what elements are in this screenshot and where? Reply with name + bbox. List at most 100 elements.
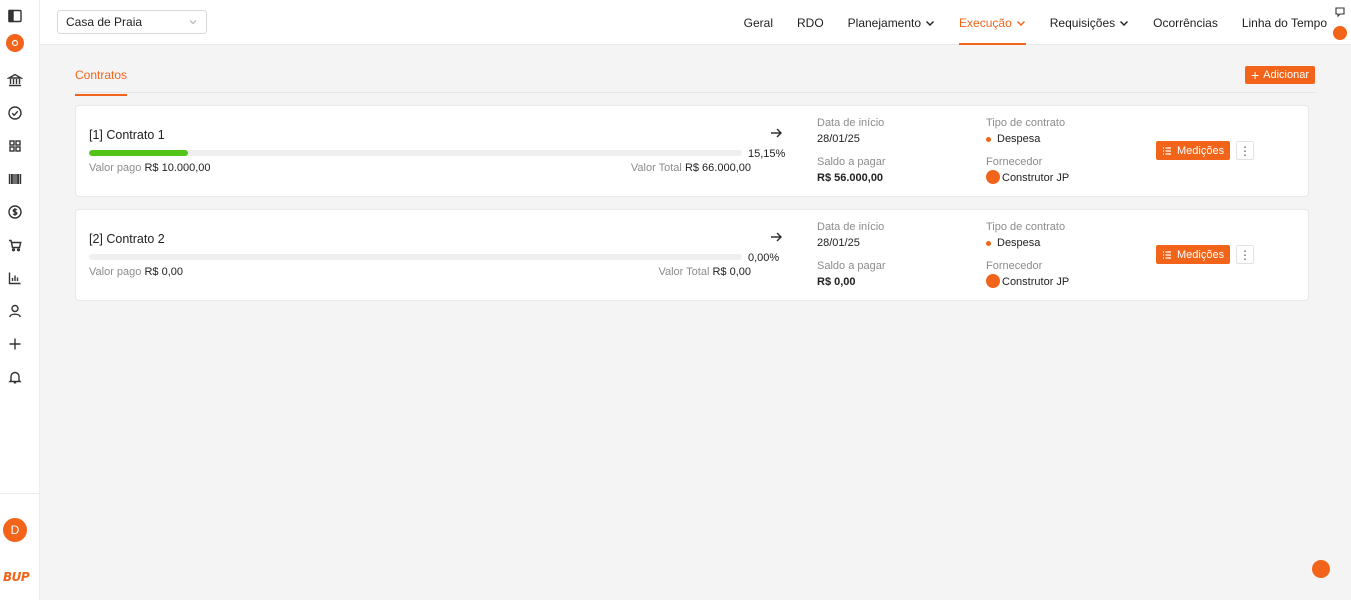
balance-label: Saldo a pagar [817,260,886,272]
measurements-label: Medições [1177,248,1225,261]
kebab-icon: ⋮ [1239,143,1251,158]
nav-item-label: Ocorrências [1153,15,1218,30]
contract-type-text: Despesa [997,237,1041,249]
status-dot-icon [986,240,991,246]
contract-type-label: Tipo de contrato [986,221,1066,233]
chevron-down-icon [1120,20,1129,26]
more-options-button[interactable]: ⋮ [1236,141,1254,160]
contract-type-value: Despesa [986,133,1040,145]
total-label: Valor Total [658,266,710,278]
balance-label: Saldo a pagar [817,156,886,168]
contract-type-value: Despesa [986,237,1040,249]
total-value: R$ 66.000,00 [684,162,751,174]
total-value: R$ 0,00 [712,266,751,278]
paid-value: R$ 10.000,00 [144,162,211,174]
top-bar: Casa de Praia Geral RDO Planejamento Execuç… [40,0,1351,45]
main-content: Contratos + Adicionar [1] Contrato 1 15,… [75,45,1315,301]
contract-card[interactable]: [2] Contrato 2 0,00% Valor pago R$ 0,00 … [75,209,1309,301]
balance-value: R$ 0,00 [817,276,856,288]
supplier-name[interactable]: Construtor JP [1002,276,1069,288]
nav-item-label: Requisições [1049,15,1116,30]
nav-item-label: Execução [959,15,1012,30]
contract-title[interactable]: [1] Contrato 1 [89,128,165,142]
supplier-label: Fornecedor [986,260,1043,272]
chevron-down-icon [1016,20,1025,26]
sidebar: D BUP [0,0,40,600]
supplier-name[interactable]: Construtor JP [1002,172,1069,184]
chevron-down-icon [189,20,197,25]
measurements-button[interactable]: Medições [1156,245,1231,264]
paid-label: Valor pago [89,266,142,278]
project-select-value: Casa de Praia [66,15,143,29]
bank-icon[interactable] [0,65,30,95]
avatar[interactable]: D [3,518,27,542]
start-date-label: Data de início [817,221,885,233]
nav-item-label: RDO [796,15,824,30]
progress-percent: 15,15% [748,148,786,160]
progress-bar [89,254,742,260]
project-select[interactable]: Casa de Praia [57,10,207,34]
start-date-label: Data de início [817,117,885,129]
start-date-value: 28/01/25 [817,133,860,145]
paid-label: Valor pago [89,162,142,174]
contract-title[interactable]: [2] Contrato 2 [89,232,165,246]
nav-item-6[interactable]: Linha do Tempo [1242,0,1327,45]
nav-item-label: Geral [743,15,773,30]
tab-contracts[interactable]: Contratos [75,68,128,96]
paid-value-row: Valor pago R$ 0,00 [89,266,183,278]
cart-icon[interactable] [0,230,30,260]
nav-item-5[interactable]: Ocorrências [1153,0,1218,45]
progress-bar-fill [89,150,188,156]
user-icon[interactable] [0,296,30,326]
main-nav: Geral RDO Planejamento Execução Requisições O… [720,0,1327,45]
total-label: Valor Total [630,162,682,174]
measurements-button[interactable]: Medições [1156,141,1231,160]
nav-item-label: Planejamento [847,15,922,30]
total-value-row: Valor Total R$ 66.000,00 [631,162,751,174]
paid-value-row: Valor pago R$ 10.000,00 [89,162,211,174]
arrow-right-icon[interactable] [769,126,783,140]
nav-item-1[interactable]: RDO [797,0,824,45]
status-dot-icon [986,136,991,142]
dollar-icon[interactable] [0,197,30,227]
grid-icon[interactable] [0,131,30,161]
supplier-value: Construtor JP [986,274,1069,289]
add-button[interactable]: + Adicionar [1244,66,1315,84]
sidebar-divider [0,493,39,494]
chart-icon[interactable] [0,263,30,293]
nav-item-2[interactable]: Planejamento [848,0,935,45]
balance-value: R$ 56.000,00 [817,172,884,184]
list-icon [1163,250,1171,259]
total-value-row: Valor Total R$ 0,00 [658,266,751,278]
list-icon [1163,146,1171,155]
start-date-value: 28/01/25 [817,237,860,249]
supplier-avatar-icon [986,170,1000,184]
arrow-right-icon[interactable] [769,230,783,244]
supplier-avatar-icon [986,274,1000,288]
nav-item-3[interactable]: Execução [959,0,1026,45]
progress-percent: 0,00% [748,252,780,264]
brand-logo-icon[interactable] [6,34,24,52]
supplier-value: Construtor JP [986,170,1069,185]
nav-item-4[interactable]: Requisições [1050,0,1129,45]
contract-type-label: Tipo de contrato [986,117,1066,129]
plus-icon[interactable] [0,329,30,359]
kebab-icon: ⋮ [1239,247,1251,262]
help-chat-icon[interactable] [1312,560,1330,578]
contract-type-text: Despesa [997,133,1041,145]
paid-value: R$ 0,00 [144,266,183,278]
panel-toggle-icon[interactable] [0,1,30,31]
bell-icon[interactable] [0,362,30,392]
notification-badge-icon[interactable] [1333,26,1347,40]
add-button-label: Adicionar [1263,69,1309,81]
more-options-button[interactable]: ⋮ [1236,245,1254,264]
supplier-label: Fornecedor [986,156,1043,168]
tabs-bar: Contratos + Adicionar [75,45,1315,96]
barcode-icon[interactable] [0,164,30,194]
progress-bar [89,150,742,156]
nav-item-label: Linha do Tempo [1241,15,1327,30]
nav-item-0[interactable]: Geral [744,0,773,45]
check-circle-icon[interactable] [0,98,30,128]
feedback-icon[interactable] [1334,6,1346,18]
contract-card[interactable]: [1] Contrato 1 15,15% Valor pago R$ 10.0… [75,105,1309,197]
